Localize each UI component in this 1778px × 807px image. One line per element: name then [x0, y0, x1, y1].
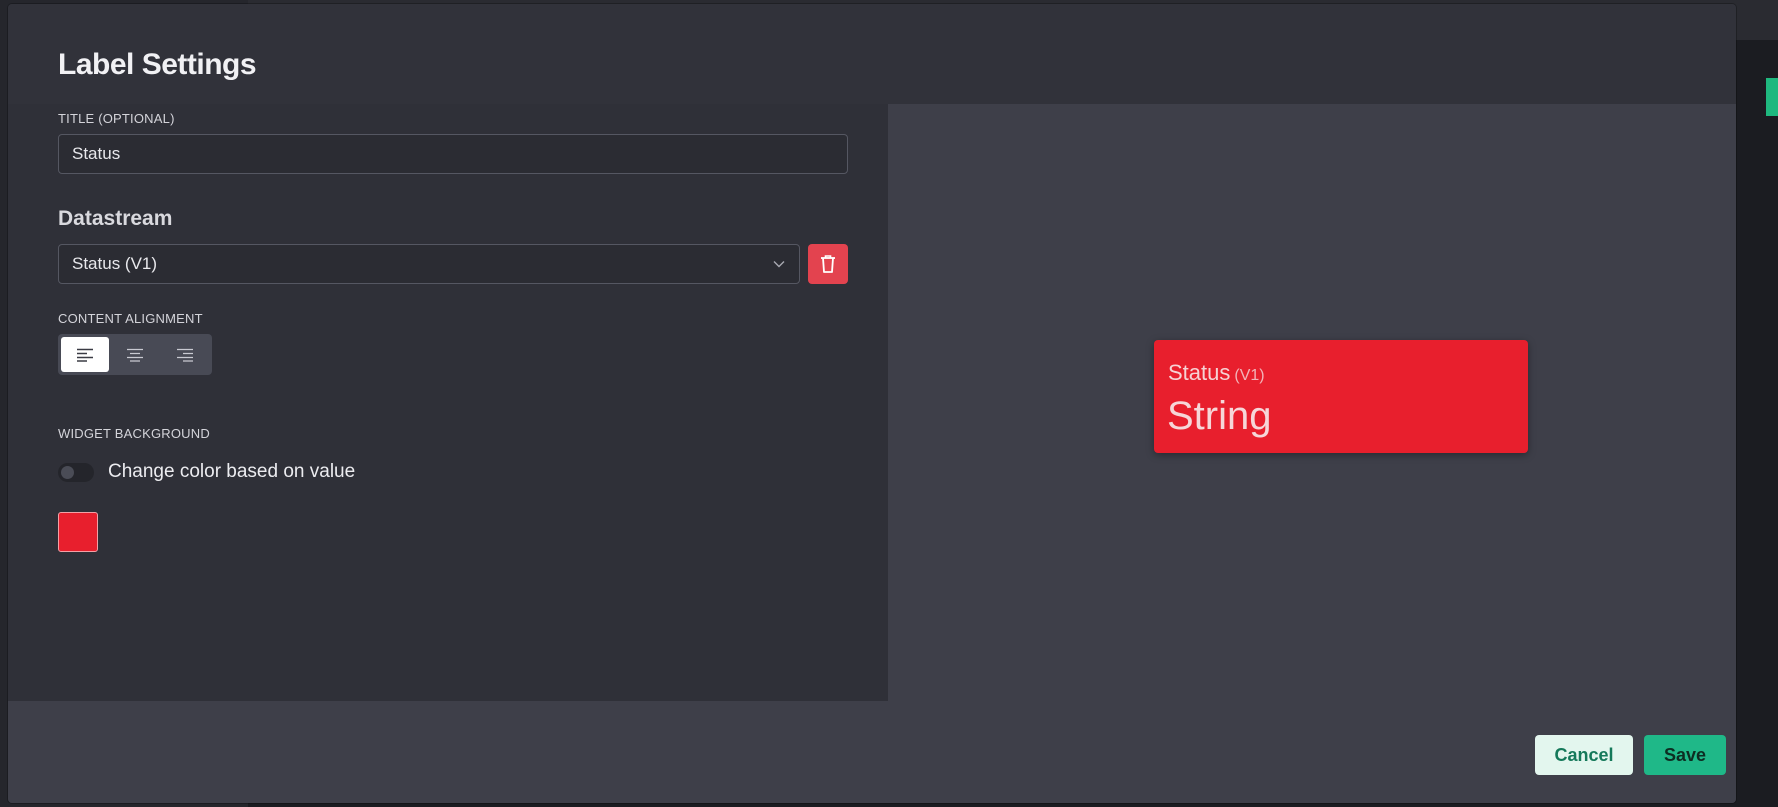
content-alignment-group — [58, 334, 212, 375]
widget-background-label: WIDGET BACKGROUND — [58, 426, 210, 441]
align-right-button[interactable] — [161, 337, 209, 372]
modal-header: Label Settings — [8, 4, 1736, 104]
settings-panel — [8, 104, 888, 701]
label-widget-preview: Status (V1) String — [1154, 340, 1528, 453]
preview-title: Status (V1) — [1168, 360, 1265, 386]
background-color-swatch[interactable] — [58, 512, 98, 552]
modal-title: Label Settings — [58, 48, 257, 81]
align-center-icon — [127, 348, 143, 362]
datastream-select[interactable]: Status (V1) — [58, 244, 800, 284]
align-center-button[interactable] — [111, 337, 159, 372]
cancel-button[interactable]: Cancel — [1535, 735, 1633, 775]
chevron-down-icon — [773, 261, 785, 268]
title-field-label: TITLE (OPTIONAL) — [58, 111, 175, 126]
preview-title-text: Status — [1168, 360, 1231, 385]
toggle-knob — [61, 466, 74, 479]
datastream-select-value: Status (V1) — [72, 254, 158, 273]
delete-datastream-button[interactable] — [808, 244, 848, 284]
datastream-heading: Datastream — [58, 207, 173, 230]
align-left-icon — [77, 348, 93, 362]
save-button[interactable]: Save — [1644, 735, 1726, 775]
content-alignment-label: CONTENT ALIGNMENT — [58, 311, 203, 326]
preview-value: String — [1167, 394, 1272, 438]
align-right-icon — [177, 348, 193, 362]
modal-footer — [8, 701, 1736, 803]
preview-pin: (V1) — [1234, 367, 1265, 384]
color-by-value-label: Change color based on value — [108, 461, 356, 482]
trash-icon — [821, 255, 835, 273]
title-input[interactable] — [58, 134, 848, 174]
color-by-value-toggle[interactable] — [58, 463, 94, 482]
label-settings-modal: Label Settings TITLE (OPTIONAL) Datastre… — [8, 4, 1736, 803]
align-left-button[interactable] — [61, 337, 109, 372]
background-accent — [1766, 78, 1778, 116]
